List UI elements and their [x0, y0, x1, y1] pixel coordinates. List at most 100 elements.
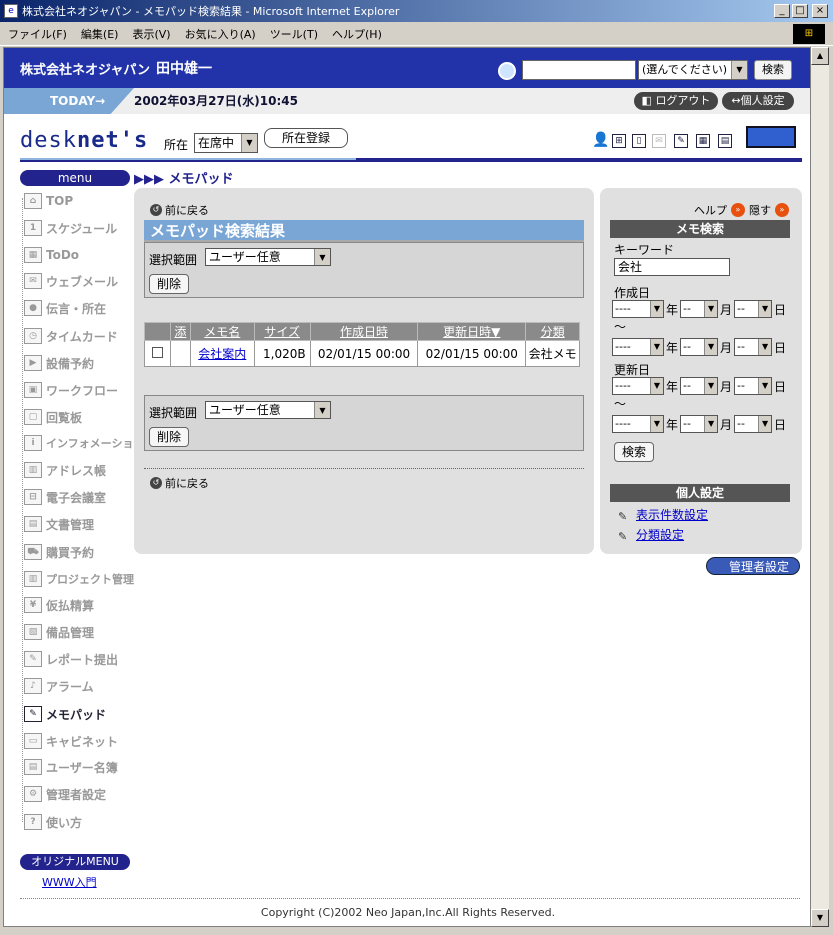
menu-item-top[interactable]: ⌂ TOP: [24, 191, 73, 211]
menu-item-label: 電子会議室: [46, 490, 107, 505]
menu-item-equipment[interactable]: ▧ 備品管理: [24, 622, 94, 642]
updated-from-month[interactable]: -- ▼: [680, 377, 719, 395]
hide-arrow-icon[interactable]: »: [775, 203, 789, 217]
back-link-top[interactable]: ↺ 前に戻る: [150, 202, 209, 218]
delete-button-top[interactable]: 削除: [149, 274, 189, 294]
admin-settings-button[interactable]: 管理者設定: [706, 557, 800, 575]
col-size[interactable]: サイズ: [253, 322, 311, 341]
created-from-month[interactable]: -- ▼: [680, 300, 719, 318]
menu-edit[interactable]: 編集(E): [81, 26, 119, 42]
created-to-month[interactable]: -- ▼: [680, 338, 719, 356]
year-unit: 年: [666, 379, 679, 394]
display-count-setting[interactable]: ✎ 表示件数設定: [618, 506, 708, 523]
help-arrow-icon[interactable]: »: [731, 203, 745, 217]
vertical-scrollbar[interactable]: ▲ ▼: [811, 47, 829, 927]
menu-item-documents[interactable]: ▤ 文書管理: [24, 514, 94, 534]
menu-item-facility[interactable]: ▶ 設備予約: [24, 353, 94, 373]
updated-to-day[interactable]: -- ▼: [734, 415, 773, 433]
memo-icon[interactable]: ✎: [674, 134, 688, 148]
memo-search-header: メモ検索: [610, 220, 790, 238]
menu-header: menu: [20, 170, 130, 186]
menu-item-address[interactable]: ▥ アドレス帳: [24, 460, 106, 480]
created-from-day[interactable]: -- ▼: [734, 300, 773, 318]
header-search-select[interactable]: (選んでください) ▼: [638, 60, 748, 80]
updated-from-year[interactable]: ---- ▼: [612, 377, 664, 395]
category-link[interactable]: 分類設定: [636, 526, 684, 543]
scroll-down-icon[interactable]: ▼: [811, 909, 829, 927]
menu-item-circular[interactable]: ▢ 回覧板: [24, 407, 82, 427]
menu-tools[interactable]: ツール(T): [270, 26, 318, 42]
created-to-year[interactable]: ---- ▼: [612, 338, 664, 356]
back-link-bottom[interactable]: ↺ 前に戻る: [150, 475, 209, 491]
calendar-icon[interactable]: ▦: [696, 134, 710, 148]
chevron-down-icon: ▼: [704, 301, 718, 317]
menu-item-alarm[interactable]: ♪ アラーム: [24, 676, 94, 696]
range-select-top[interactable]: ユーザー任意 ▼: [205, 248, 331, 266]
ie-icon: e: [4, 4, 18, 18]
close-button[interactable]: ×: [812, 4, 828, 18]
menu-item-schedule[interactable]: 1 スケジュール: [24, 218, 117, 238]
menu-item-label: ウェブメール: [46, 274, 119, 289]
col-updated[interactable]: 更新日時▼: [417, 322, 527, 341]
memo-search-button[interactable]: 検索: [614, 442, 654, 462]
menu-help[interactable]: ヘルプ(H): [332, 26, 382, 42]
menu-item-project[interactable]: ▥ プロジェクト管理: [24, 569, 134, 589]
menu-item-webmail[interactable]: ✉ ウェブメール: [24, 271, 118, 291]
memo-link[interactable]: 会社案内: [198, 347, 246, 361]
menu-item-users[interactable]: ▤ ユーザー名簿: [24, 757, 118, 777]
user-icon[interactable]: 👤: [592, 133, 609, 148]
menu-item-information[interactable]: i インフォメーション: [24, 433, 144, 453]
display-count-link[interactable]: 表示件数設定: [636, 506, 708, 523]
menu-item-message[interactable]: ● 伝言・所在: [24, 298, 106, 318]
delete-button-bottom[interactable]: 削除: [149, 427, 189, 447]
org-chart-icon[interactable]: ⊞: [612, 134, 626, 148]
menu-item-todo[interactable]: ▦ ToDo: [24, 245, 79, 265]
notebook-icon[interactable]: ▤: [718, 134, 732, 148]
category-setting[interactable]: ✎ 分類設定: [618, 526, 684, 543]
personal-settings-button[interactable]: ↔個人設定: [722, 92, 794, 110]
menu-file[interactable]: ファイル(F): [8, 26, 67, 42]
menu-view[interactable]: 表示(V): [132, 26, 170, 42]
keyword-input[interactable]: 会社: [614, 258, 730, 276]
header-search-button[interactable]: 検索: [754, 60, 792, 80]
phone-icon[interactable]: ▯: [632, 134, 646, 148]
created-to-day[interactable]: -- ▼: [734, 338, 773, 356]
scroll-up-icon[interactable]: ▲: [811, 47, 829, 65]
menu-item-admin[interactable]: ⚙ 管理者設定: [24, 784, 106, 804]
menu-item-timecard[interactable]: ◷ タイムカード: [24, 326, 118, 346]
range-select-bottom[interactable]: ユーザー任意 ▼: [205, 401, 331, 419]
conference-icon: ⊟: [24, 489, 42, 505]
day-value: --: [737, 302, 745, 315]
menu-item-purchase[interactable]: ⛟ 購買予約: [24, 542, 94, 562]
logout-button[interactable]: ◧ ログアウト: [634, 92, 718, 110]
presence-register-button[interactable]: 所在登録: [264, 128, 348, 148]
row-checkbox[interactable]: [151, 346, 163, 358]
col-attach[interactable]: 添: [169, 322, 191, 341]
updated-to-year[interactable]: ---- ▼: [612, 415, 664, 433]
menu-item-label: TOP: [46, 194, 74, 208]
col-memo-name[interactable]: メモ名: [189, 322, 255, 341]
menu-item-expense[interactable]: ¥ 仮払精算: [24, 595, 94, 615]
created-from-year[interactable]: ---- ▼: [612, 300, 664, 318]
menu-item-workflow[interactable]: ▣ ワークフロー: [24, 380, 118, 400]
hide-link[interactable]: 隠す: [749, 202, 771, 218]
col-created[interactable]: 作成日時: [309, 322, 419, 341]
updated-to-month[interactable]: -- ▼: [680, 415, 719, 433]
original-menu-link-www[interactable]: WWW入門: [42, 874, 97, 890]
menu-item-report[interactable]: ✎ レポート提出: [24, 649, 118, 669]
help-link[interactable]: ヘルプ: [694, 202, 727, 218]
updated-from-day[interactable]: -- ▼: [734, 377, 773, 395]
created-date-label: 作成日: [614, 286, 651, 300]
minimize-button[interactable]: _: [774, 4, 790, 18]
menu-item-howto[interactable]: ? 使い方: [24, 812, 82, 832]
menu-favorites[interactable]: お気に入り(A): [185, 26, 256, 42]
menu-item-conference[interactable]: ⊟ 電子会議室: [24, 487, 106, 507]
screen-icon[interactable]: [746, 126, 796, 148]
header-search-input[interactable]: [522, 60, 636, 80]
menu-item-cabinet[interactable]: ▭ キャビネット: [24, 731, 118, 751]
maximize-button[interactable]: □: [792, 4, 808, 18]
mail-icon[interactable]: ✉: [652, 134, 666, 148]
col-category[interactable]: 分類: [525, 322, 580, 341]
presence-select[interactable]: 在席中 ▼: [194, 133, 258, 153]
menu-item-memopad[interactable]: ✎ メモパッド: [24, 704, 106, 724]
